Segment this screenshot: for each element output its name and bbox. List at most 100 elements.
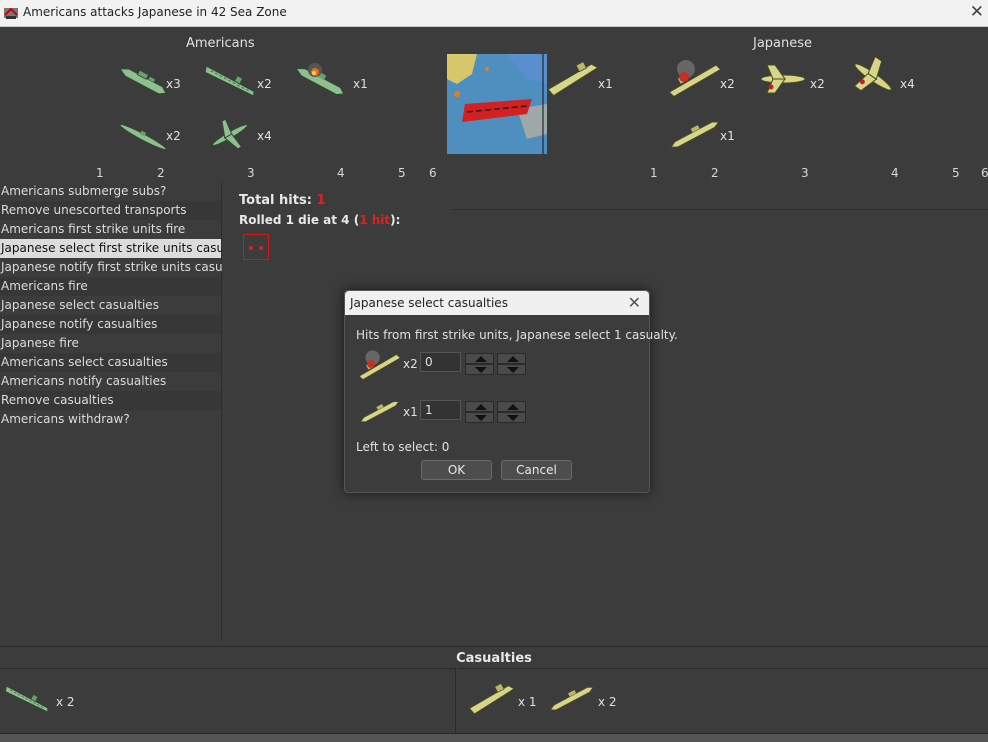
defender-tick: 1 — [650, 166, 658, 180]
casualty-count: x 1 — [518, 695, 537, 709]
attacker-tick: 5 — [398, 166, 406, 180]
casualty-row: x2 — [355, 344, 645, 384]
defender-tick: 3 — [801, 166, 809, 180]
jp-destroyer-icon — [355, 392, 403, 432]
unit-count: x3 — [166, 77, 181, 91]
attacker-tick: 3 — [247, 166, 255, 180]
arrow-down-icon — [507, 367, 519, 373]
dialog-title: Japanese select casualties — [350, 296, 508, 310]
arrow-down-icon — [507, 415, 519, 421]
min-button[interactable] — [497, 364, 526, 375]
close-icon[interactable]: ✕ — [970, 2, 984, 22]
increment-button[interactable] — [465, 401, 494, 412]
cancel-button[interactable]: Cancel — [501, 460, 572, 480]
arrow-up-icon — [475, 356, 487, 362]
casualty-count: x1 — [403, 405, 418, 419]
jp-transport-icon — [542, 59, 602, 99]
us-submarine-icon — [113, 117, 173, 157]
us-carrier-icon — [1, 679, 53, 719]
dialog-message: Hits from first strike units, Japanese s… — [356, 328, 678, 342]
casualties-header: Casualties — [0, 646, 988, 669]
step-item[interactable]: Japanese notify casualties — [0, 315, 221, 334]
min-button[interactable] — [497, 412, 526, 423]
casualty-count: x2 — [403, 357, 418, 371]
attacker-title: Americans — [186, 36, 255, 51]
unit-count: x2 — [257, 77, 272, 91]
attacker-tick: 6 — [429, 166, 437, 180]
sea-zone-map — [447, 54, 547, 154]
step-item[interactable]: Japanese select casualties — [0, 296, 221, 315]
unit-count: x1 — [598, 77, 613, 91]
casualty-value-input[interactable] — [420, 400, 461, 420]
step-item[interactable]: Japanese notify first strike units casua… — [0, 258, 255, 277]
roll-suffix: ): — [390, 213, 401, 227]
jp-destroyer-icon — [544, 679, 598, 719]
arrow-down-icon — [475, 367, 487, 373]
arrow-up-icon — [507, 404, 519, 410]
defender-tick: 2 — [711, 166, 719, 180]
total-hits: Total hits: 1 — [239, 193, 325, 208]
jp-bomber-icon — [843, 55, 903, 97]
roll-hit-text: 1 hit — [359, 213, 391, 227]
defender-tick: 4 — [891, 166, 899, 180]
step-item[interactable]: Americans select casualties — [0, 353, 221, 372]
us-damaged-battleship-icon — [290, 59, 350, 99]
us-fighter-icon — [200, 115, 260, 155]
total-hits-value: 1 — [316, 193, 326, 208]
step-item[interactable]: Remove casualties — [0, 391, 221, 410]
select-casualties-dialog: Japanese select casualties ✕ Hits from f… — [344, 290, 678, 493]
unit-count: x1 — [353, 77, 368, 91]
max-button[interactable] — [497, 353, 526, 364]
dialog-titlebar: Japanese select casualties ✕ — [345, 291, 649, 315]
jp-fighter-icon — [753, 59, 813, 99]
casualties-title: Casualties — [456, 651, 532, 666]
step-item[interactable]: Remove unescorted transports — [0, 201, 221, 220]
arrow-up-icon — [507, 356, 519, 362]
casualty-row: x1 — [355, 392, 645, 432]
casualty-value-input[interactable] — [420, 352, 461, 372]
step-item[interactable]: Americans notify casualties — [0, 372, 221, 391]
increment-button[interactable] — [465, 353, 494, 364]
window-titlebar: Americans attacks Japanese in 42 Sea Zon… — [0, 0, 988, 27]
attacker-casualties-panel: x 2 — [0, 668, 456, 733]
defender-title: Japanese — [753, 36, 813, 51]
step-item[interactable]: Americans first strike units fire — [0, 220, 221, 239]
window-title: Americans attacks Japanese in 42 Sea Zon… — [23, 5, 287, 19]
jp-damaged-carrier-icon — [355, 344, 403, 384]
unit-count: x2 — [720, 77, 735, 91]
roll-result: Rolled 1 die at 4 (1 hit): — [239, 213, 400, 227]
results-divider — [452, 209, 988, 210]
die-pip — [249, 246, 253, 250]
step-item[interactable]: Americans submerge subs? — [0, 182, 221, 201]
die-pip — [259, 246, 263, 250]
step-item-selected[interactable]: Japanese select first strike units casua… — [0, 239, 256, 258]
jp-destroyer-icon — [664, 115, 724, 155]
defender-casualties-panel: x 1 x 2 — [458, 668, 988, 733]
unit-count: x1 — [720, 129, 735, 143]
unit-count: x4 — [900, 77, 915, 91]
unit-count: x4 — [257, 129, 272, 143]
total-hits-label: Total hits: — [239, 193, 312, 208]
battle-steps-list: Americans submerge subs? Remove unescort… — [0, 182, 256, 642]
jp-transport-icon — [464, 679, 518, 719]
step-item[interactable]: Japanese fire — [0, 334, 221, 353]
step-item[interactable]: Americans fire — [0, 277, 221, 296]
casualty-count: x 2 — [56, 695, 75, 709]
decrement-button[interactable] — [465, 412, 494, 423]
attacker-tick: 4 — [337, 166, 345, 180]
dialog-close-icon[interactable]: ✕ — [628, 293, 641, 312]
us-battleship-icon — [113, 61, 173, 101]
unit-count: x2 — [810, 77, 825, 91]
step-item[interactable]: Americans withdraw? — [0, 410, 221, 429]
unit-count: x2 — [166, 129, 181, 143]
max-button[interactable] — [497, 401, 526, 412]
app-icon — [4, 7, 18, 19]
defender-tick: 5 — [952, 166, 960, 180]
decrement-button[interactable] — [465, 364, 494, 375]
ok-button[interactable]: OK — [421, 460, 492, 480]
arrow-up-icon — [475, 404, 487, 410]
arrow-down-icon — [475, 415, 487, 421]
casualty-count: x 2 — [598, 695, 617, 709]
attacker-tick: 1 — [96, 166, 104, 180]
battle-units-panel: Americans Japanese x3 x2 x1 x2 x4 x1 x2 — [0, 27, 988, 181]
